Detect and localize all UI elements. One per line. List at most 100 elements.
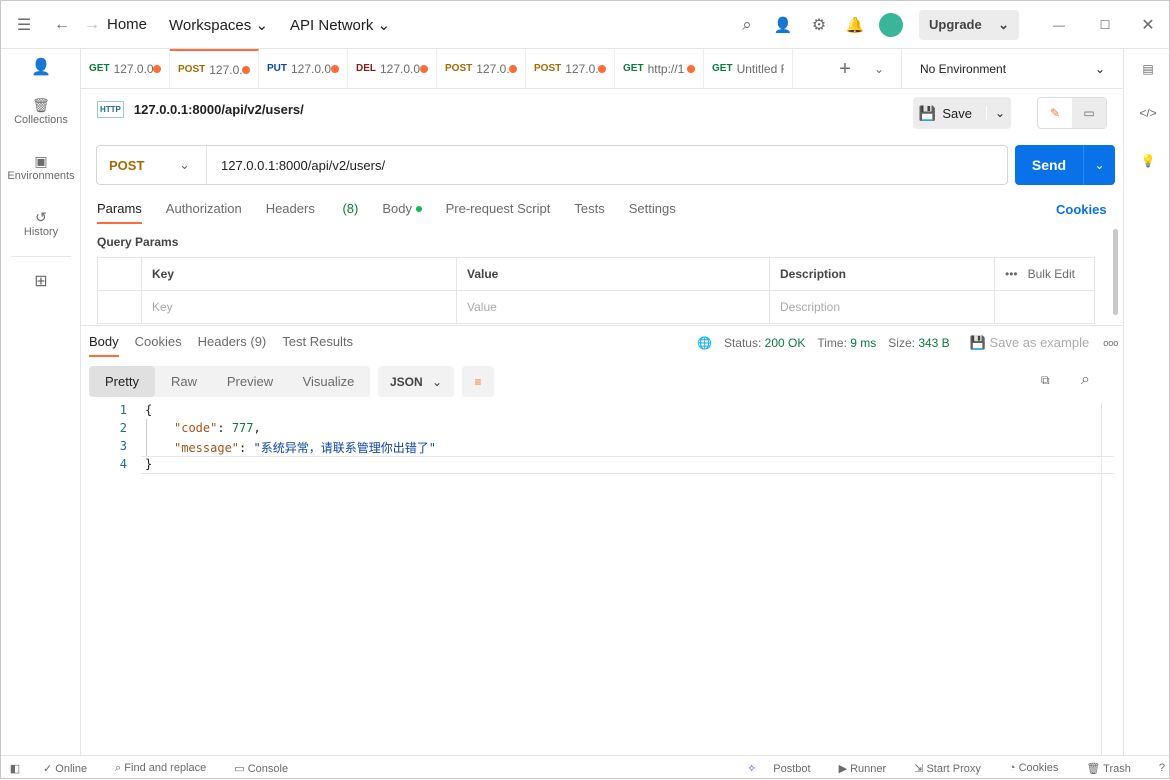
request-tab[interactable]: POST127.0.0 [437,49,526,88]
console-label: Console [247,762,289,775]
tab-method: POST [534,63,562,74]
tab-response-body[interactable]: Body [89,334,119,357]
comments-icon[interactable]: ▭ [1072,98,1106,128]
tab-pre-request-script[interactable]: Pre-request Script [446,201,551,224]
view-raw[interactable]: Raw [155,366,213,397]
avatar[interactable] [879,12,903,37]
invite-user-icon[interactable]: 👤 [765,16,801,34]
lightbulb-icon[interactable]: 💡 [1124,137,1170,185]
code-icon[interactable]: </> [1124,89,1170,137]
method-select[interactable]: POST ⌄ [97,146,207,184]
account-icon[interactable]: 👤 [1,49,81,89]
cookies-link[interactable]: Cookies [1056,202,1107,217]
format-select[interactable]: JSON ⌄ [378,366,454,397]
tab-settings[interactable]: Settings [629,201,676,224]
tab-response-headers[interactable]: Headers (9) [198,334,267,357]
status-value[interactable]: 200 OK [765,336,806,350]
unsaved-dot [153,64,161,73]
maximize-icon[interactable]: ☐ [1085,18,1125,32]
console-button[interactable]: ▭ Console [234,762,302,775]
send-button[interactable]: Send ⌄ [1015,145,1115,185]
workspaces-menu[interactable]: Workspaces ⌄ [169,16,268,34]
minimize-icon[interactable]: — [1033,18,1085,32]
tab-response-cookies[interactable]: Cookies [135,334,182,357]
column-value: Value [457,258,770,290]
value-input[interactable]: Value [457,291,770,323]
edit-icon[interactable]: ✎ [1038,98,1072,128]
tab-list-chevron-icon[interactable]: ⌄ [864,62,894,76]
save-example-button[interactable]: 💾 Save as example [970,335,1090,351]
forward-icon[interactable]: → [77,16,107,34]
environments-icon: ▣ [34,153,48,169]
time-value[interactable]: 9 ms [850,336,876,350]
tab-label: 127.0.0.1 [380,61,420,76]
view-pretty[interactable]: Pretty [89,366,155,397]
tab-method: GET [623,63,644,74]
start-proxy-button[interactable]: ⇲ Start Proxy [914,762,995,775]
back-icon[interactable]: ← [47,16,77,34]
sidebar-item-collections[interactable]: 🗑 Collections [1,89,81,145]
tab-params[interactable]: Params [97,201,142,224]
tab-label: 127.0.0 [209,62,242,77]
sidebar-item-environments[interactable]: ▣ Environments [1,145,81,201]
send-chevron-icon[interactable]: ⌄ [1083,145,1115,185]
headers-count: (8) [342,201,359,216]
save-chevron-icon[interactable]: ⌄ [986,106,1005,120]
request-tab[interactable]: POST127.0.0 [170,49,259,88]
environment-selector[interactable]: No Environment ⌄ [901,49,1123,89]
runner-label: Runner [850,762,887,775]
upgrade-button[interactable]: Upgrade ⌄ [919,9,1019,40]
toggle-sidebar-icon[interactable]: ◧ [1,762,29,775]
tab-body[interactable]: Body [382,201,422,224]
wrap-lines-icon[interactable]: ≡ [462,366,494,397]
gear-icon[interactable]: ⚙ [801,15,837,35]
add-workbench-icon[interactable]: ⊞ [1,257,81,313]
tab-label: 127.0.0 [565,61,598,76]
view-preview[interactable]: Preview [213,366,287,397]
scrollbar[interactable] [1113,229,1118,315]
request-tab[interactable]: DEL 127.0.0.1 [348,49,437,88]
runner-button[interactable]: ▶ Runner [839,762,901,775]
editor-scrollbar[interactable] [1101,403,1102,755]
view-visualize[interactable]: Visualize [287,366,370,397]
response-editor[interactable]: 1 2 3 4 { "code": 777, "message": "系统异常，… [1,403,1123,755]
menu-icon[interactable]: ☰ [1,15,47,35]
tab-authorization[interactable]: Authorization [166,201,242,224]
api-network-menu[interactable]: API Network ⌄ [290,16,390,34]
search-response-icon[interactable]: ⌕ [1081,371,1090,389]
key-input[interactable]: Key [142,291,457,323]
request-tab[interactable]: POST127.0.0 [526,49,615,88]
help-icon[interactable]: ? [1159,762,1165,774]
send-label: Send [1031,157,1067,173]
search-icon[interactable]: ⌕ [729,15,765,35]
close-icon[interactable]: ✕ [1125,15,1170,35]
url-input[interactable]: 127.0.0.1:8000/api/v2/users/ [207,158,385,173]
unsaved-dot [420,64,428,73]
new-tab-icon[interactable]: + [826,58,864,81]
size-value[interactable]: 343 B [918,336,949,350]
description-input[interactable]: Description [770,291,995,323]
tab-headers[interactable]: Headers (8) [266,201,359,224]
bell-icon[interactable]: 🔔 [837,16,873,34]
postbot-button[interactable]: ✧ Postbot [747,762,825,775]
save-button[interactable]: 💾 Save ⌄ [913,97,1011,129]
copy-icon[interactable]: ⧉ [1041,373,1050,388]
request-title[interactable]: 127.0.0.1:8000/api/v2/users/ [134,102,304,117]
online-status[interactable]: ✓ Online [43,762,101,775]
find-replace-button[interactable]: ⌕ Find and replace [115,762,220,775]
trash-button[interactable]: 🗑 Trash [1086,762,1145,775]
request-tab[interactable]: GET127.0.0.1 [81,49,170,88]
more-options-icon[interactable]: ooo [1103,338,1118,348]
tab-test-results[interactable]: Test Results [282,334,353,357]
tab-tests[interactable]: Tests [574,201,604,224]
sidebar-item-label: Environments [7,170,75,182]
environment-quicklook-icon[interactable]: ▤ [1124,49,1170,89]
bulk-edit-button[interactable]: ••• Bulk Edit [995,258,1075,290]
sidebar-item-history[interactable]: ↺ History [11,201,71,257]
cookies-button[interactable]: ◔ Cookies [1009,762,1072,774]
http-icon: HTTP [97,101,124,118]
request-tab[interactable]: GET http://1 [615,49,704,88]
request-tab[interactable]: GET Untitled R [704,49,793,88]
request-tab[interactable]: PUT 127.0.0.1 [259,49,348,88]
home-link[interactable]: Home [107,16,147,33]
